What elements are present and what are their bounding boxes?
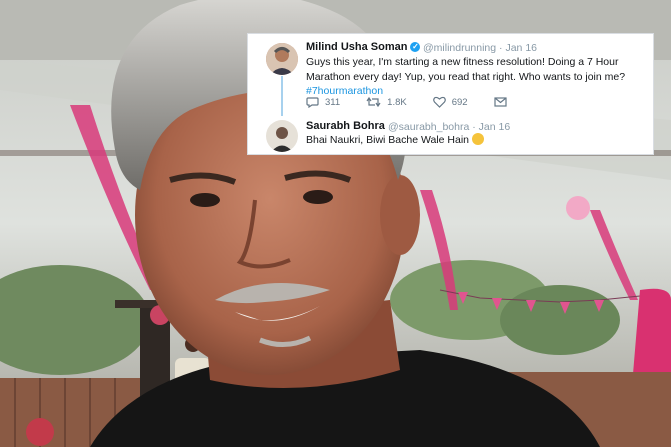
tweet-text: Guys this year, I'm starting a new fitne… [306, 55, 650, 99]
tweet-actions: 311 1.8K 692 [306, 94, 539, 110]
tweet-body: Guys this year, I'm starting a new fitne… [306, 56, 626, 83]
tweet-thread-card: Milind Usha Soman ✓ @milindrunning · Jan … [247, 33, 654, 155]
reply-button[interactable]: 311 [306, 96, 340, 108]
like-count: 692 [451, 96, 468, 108]
retweet-count: 1.8K [387, 96, 407, 108]
author-avatar[interactable] [266, 43, 298, 75]
retweet-icon [366, 96, 381, 108]
retweet-button[interactable]: 1.8K [366, 96, 407, 108]
smirking-face-emoji-icon [472, 133, 485, 145]
meta-separator: · [499, 42, 503, 54]
reply-count: 311 [325, 96, 341, 108]
heart-icon [432, 96, 446, 108]
reply-avatar-photo [266, 120, 298, 152]
reply-text: Bhai Naukri, Biwi Bache Wale Hain [306, 133, 646, 148]
like-button[interactable]: 692 [432, 96, 468, 108]
author-name[interactable]: Milind Usha Soman [306, 41, 407, 53]
author-handle[interactable]: @milindrunning [423, 42, 496, 54]
reply-body: Bhai Naukri, Biwi Bache Wale Hain [306, 134, 470, 146]
avatar-photo [266, 43, 298, 75]
verified-badge-icon: ✓ [410, 42, 421, 53]
reply-date[interactable]: Jan 16 [479, 121, 511, 133]
tweet-date[interactable]: Jan 16 [505, 42, 537, 54]
thread-connector-line [281, 76, 283, 116]
reply-author-handle[interactable]: @saurabh_bohra [388, 121, 469, 133]
reply-author-name[interactable]: Saurabh Bohra [306, 120, 385, 132]
envelope-icon [493, 97, 507, 107]
reply-author-avatar[interactable] [266, 120, 298, 152]
reply-icon [306, 97, 319, 108]
reply-meta-separator: · [472, 121, 476, 133]
direct-message-button[interactable] [493, 97, 513, 107]
